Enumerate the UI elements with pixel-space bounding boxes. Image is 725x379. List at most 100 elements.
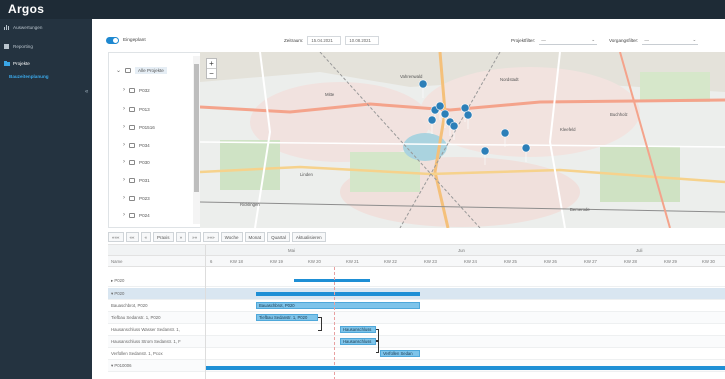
- folder-icon: [129, 212, 135, 218]
- week-label: KW 28: [624, 259, 637, 264]
- projektfilter-group: Projektfilter: — ⌄: [511, 36, 598, 45]
- sidebar-item-projekte[interactable]: Projekte: [4, 61, 30, 66]
- eingeplant-toggle-group[interactable]: Eingeplant: [106, 37, 146, 44]
- map-pin-icon: [500, 128, 510, 148]
- tree-item-label: P01516: [139, 124, 155, 130]
- map-label: Bemerode: [570, 207, 590, 212]
- zoom-in-button[interactable]: +: [207, 59, 216, 68]
- tree-item[interactable]: › P031: [123, 177, 150, 183]
- task-bar[interactable]: Bauaschbrot, P020: [256, 302, 420, 309]
- top-bar: Argos: [0, 0, 725, 19]
- tree-scrollbar[interactable]: [193, 56, 200, 224]
- map-label: Linden: [300, 172, 313, 177]
- sidebar-item-reporting[interactable]: Reporting: [4, 44, 33, 49]
- projektfilter-select[interactable]: — ⌄: [539, 36, 598, 45]
- week-label: KW 22: [384, 259, 397, 264]
- nav-last-button[interactable]: »»»: [203, 232, 219, 242]
- summary-bar[interactable]: [206, 366, 725, 370]
- chevron-right-icon: ›: [123, 195, 125, 201]
- tree-item-label: P024: [139, 212, 150, 218]
- scrollbar-thumb[interactable]: [194, 64, 199, 192]
- nav-today-button[interactable]: Praxis: [153, 232, 174, 242]
- nav-next-button[interactable]: »: [175, 232, 187, 242]
- map-pin-icon: [418, 79, 428, 99]
- view-woche-button[interactable]: Woche: [220, 232, 243, 242]
- chevron-right-icon: ›: [123, 177, 125, 183]
- refresh-button[interactable]: Aktualisieren: [291, 232, 326, 242]
- week-label: KW 29: [664, 259, 677, 264]
- sidebar-item-auswertungen[interactable]: Auswertungen: [4, 25, 42, 30]
- nav-prev-fast-button[interactable]: ««: [125, 232, 139, 242]
- dependency-line: [376, 329, 379, 341]
- task-bar[interactable]: Hausanschluss: [340, 338, 376, 345]
- folder-icon: [129, 106, 135, 112]
- dependency-line: [318, 317, 322, 331]
- vorgangsfilter-group: Vorgangsfilter: — ⌄: [609, 36, 699, 45]
- tree-root-label: Alle Projekte: [135, 67, 167, 74]
- view-monat-button[interactable]: Monat: [244, 232, 266, 242]
- summary-bar[interactable]: [256, 292, 420, 296]
- chevron-right-icon: ›: [123, 124, 125, 130]
- tree-item[interactable]: › P013: [123, 106, 150, 112]
- vorgangsfilter-select[interactable]: — ⌄: [642, 36, 699, 45]
- project-tree: ⌄ Alle Projekte › P032 › P013 › P01516 › P034…: [108, 52, 206, 228]
- month-label: Juli: [636, 248, 643, 253]
- map-label: Nordstadt: [500, 77, 519, 82]
- map-label: Kleefeld: [560, 127, 576, 132]
- eingeplant-label: Eingeplant: [123, 38, 146, 43]
- tree-item[interactable]: › P030: [123, 159, 150, 165]
- folder-icon: [129, 124, 135, 130]
- sidebar-item-label: Bauzeitenplanung: [9, 74, 49, 79]
- report-icon: [4, 44, 9, 49]
- tree-item[interactable]: › P024: [123, 212, 150, 218]
- task-bar[interactable]: Tiefbau Sedanstr. 1, P020: [256, 314, 318, 321]
- eingeplant-toggle[interactable]: [106, 37, 119, 44]
- vorgangsfilter-value: —: [644, 37, 649, 43]
- chevron-right-icon: ›: [123, 159, 125, 165]
- map-label: Vahrenwald: [400, 74, 423, 79]
- folder-icon: [129, 142, 135, 148]
- tree-item-label: P032: [139, 87, 150, 93]
- tree-item-label: P031: [139, 177, 150, 183]
- gantt-chart: Mai Jun Juli Name 6 KW 18 KW 19 KW 20 KW…: [108, 244, 725, 379]
- date-from-input[interactable]: 15.04.2021: [307, 36, 342, 45]
- task-bar[interactable]: Hausanschluss: [340, 326, 376, 333]
- chevron-right-icon: ›: [123, 212, 125, 218]
- tree-item-label: P013: [139, 106, 150, 112]
- folder-icon: [129, 177, 135, 183]
- tree-item[interactable]: › P01516: [123, 124, 155, 130]
- week-label: KW 26: [544, 259, 557, 264]
- chevron-down-icon: ⌄: [692, 37, 697, 42]
- chevron-right-icon: ›: [123, 142, 125, 148]
- folder-icon: [129, 195, 135, 201]
- week-label: KW 18: [230, 259, 243, 264]
- week-label: KW 24: [464, 259, 477, 264]
- task-bar[interactable]: Verfüllen Sedan: [380, 350, 420, 357]
- map-pin-icon: [427, 115, 437, 135]
- tree-item[interactable]: › P032: [123, 87, 150, 93]
- map-pins: [418, 79, 531, 166]
- map-pin-icon: [480, 146, 490, 166]
- view-quartal-button[interactable]: Quartal: [267, 232, 290, 242]
- double-chevron-left-icon[interactable]: «: [85, 89, 88, 95]
- zoom-out-button[interactable]: −: [207, 68, 216, 78]
- tree-item[interactable]: › P034: [123, 142, 150, 148]
- date-to-input[interactable]: 10.08.2021: [345, 36, 380, 45]
- week-label: KW 20: [308, 259, 321, 264]
- tree-item-label: P030: [139, 159, 150, 165]
- nav-first-button[interactable]: «««: [108, 232, 124, 242]
- tree-root[interactable]: ⌄ Alle Projekte: [116, 67, 167, 74]
- nav-next-fast-button[interactable]: »»: [188, 232, 202, 242]
- tree-item[interactable]: › P023: [123, 195, 150, 201]
- sidebar-item-label: Auswertungen: [13, 25, 43, 30]
- map-pin-icon: [449, 121, 459, 141]
- week-label: KW 21: [346, 259, 359, 264]
- summary-bar[interactable]: [294, 279, 370, 282]
- map-view[interactable]: Mitte Nordstadt Linden Buchholz Kleefeld…: [200, 52, 725, 228]
- chevron-down-icon: ⌄: [116, 68, 122, 74]
- sidebar-item-bauzeitenplanung[interactable]: Bauzeitenplanung: [9, 74, 49, 79]
- sidebar-item-label: Projekte: [13, 61, 30, 66]
- zeitraum-label: Zeitraum:: [284, 38, 304, 43]
- nav-prev-button[interactable]: «: [140, 232, 152, 242]
- map-pin-icon: [521, 143, 531, 163]
